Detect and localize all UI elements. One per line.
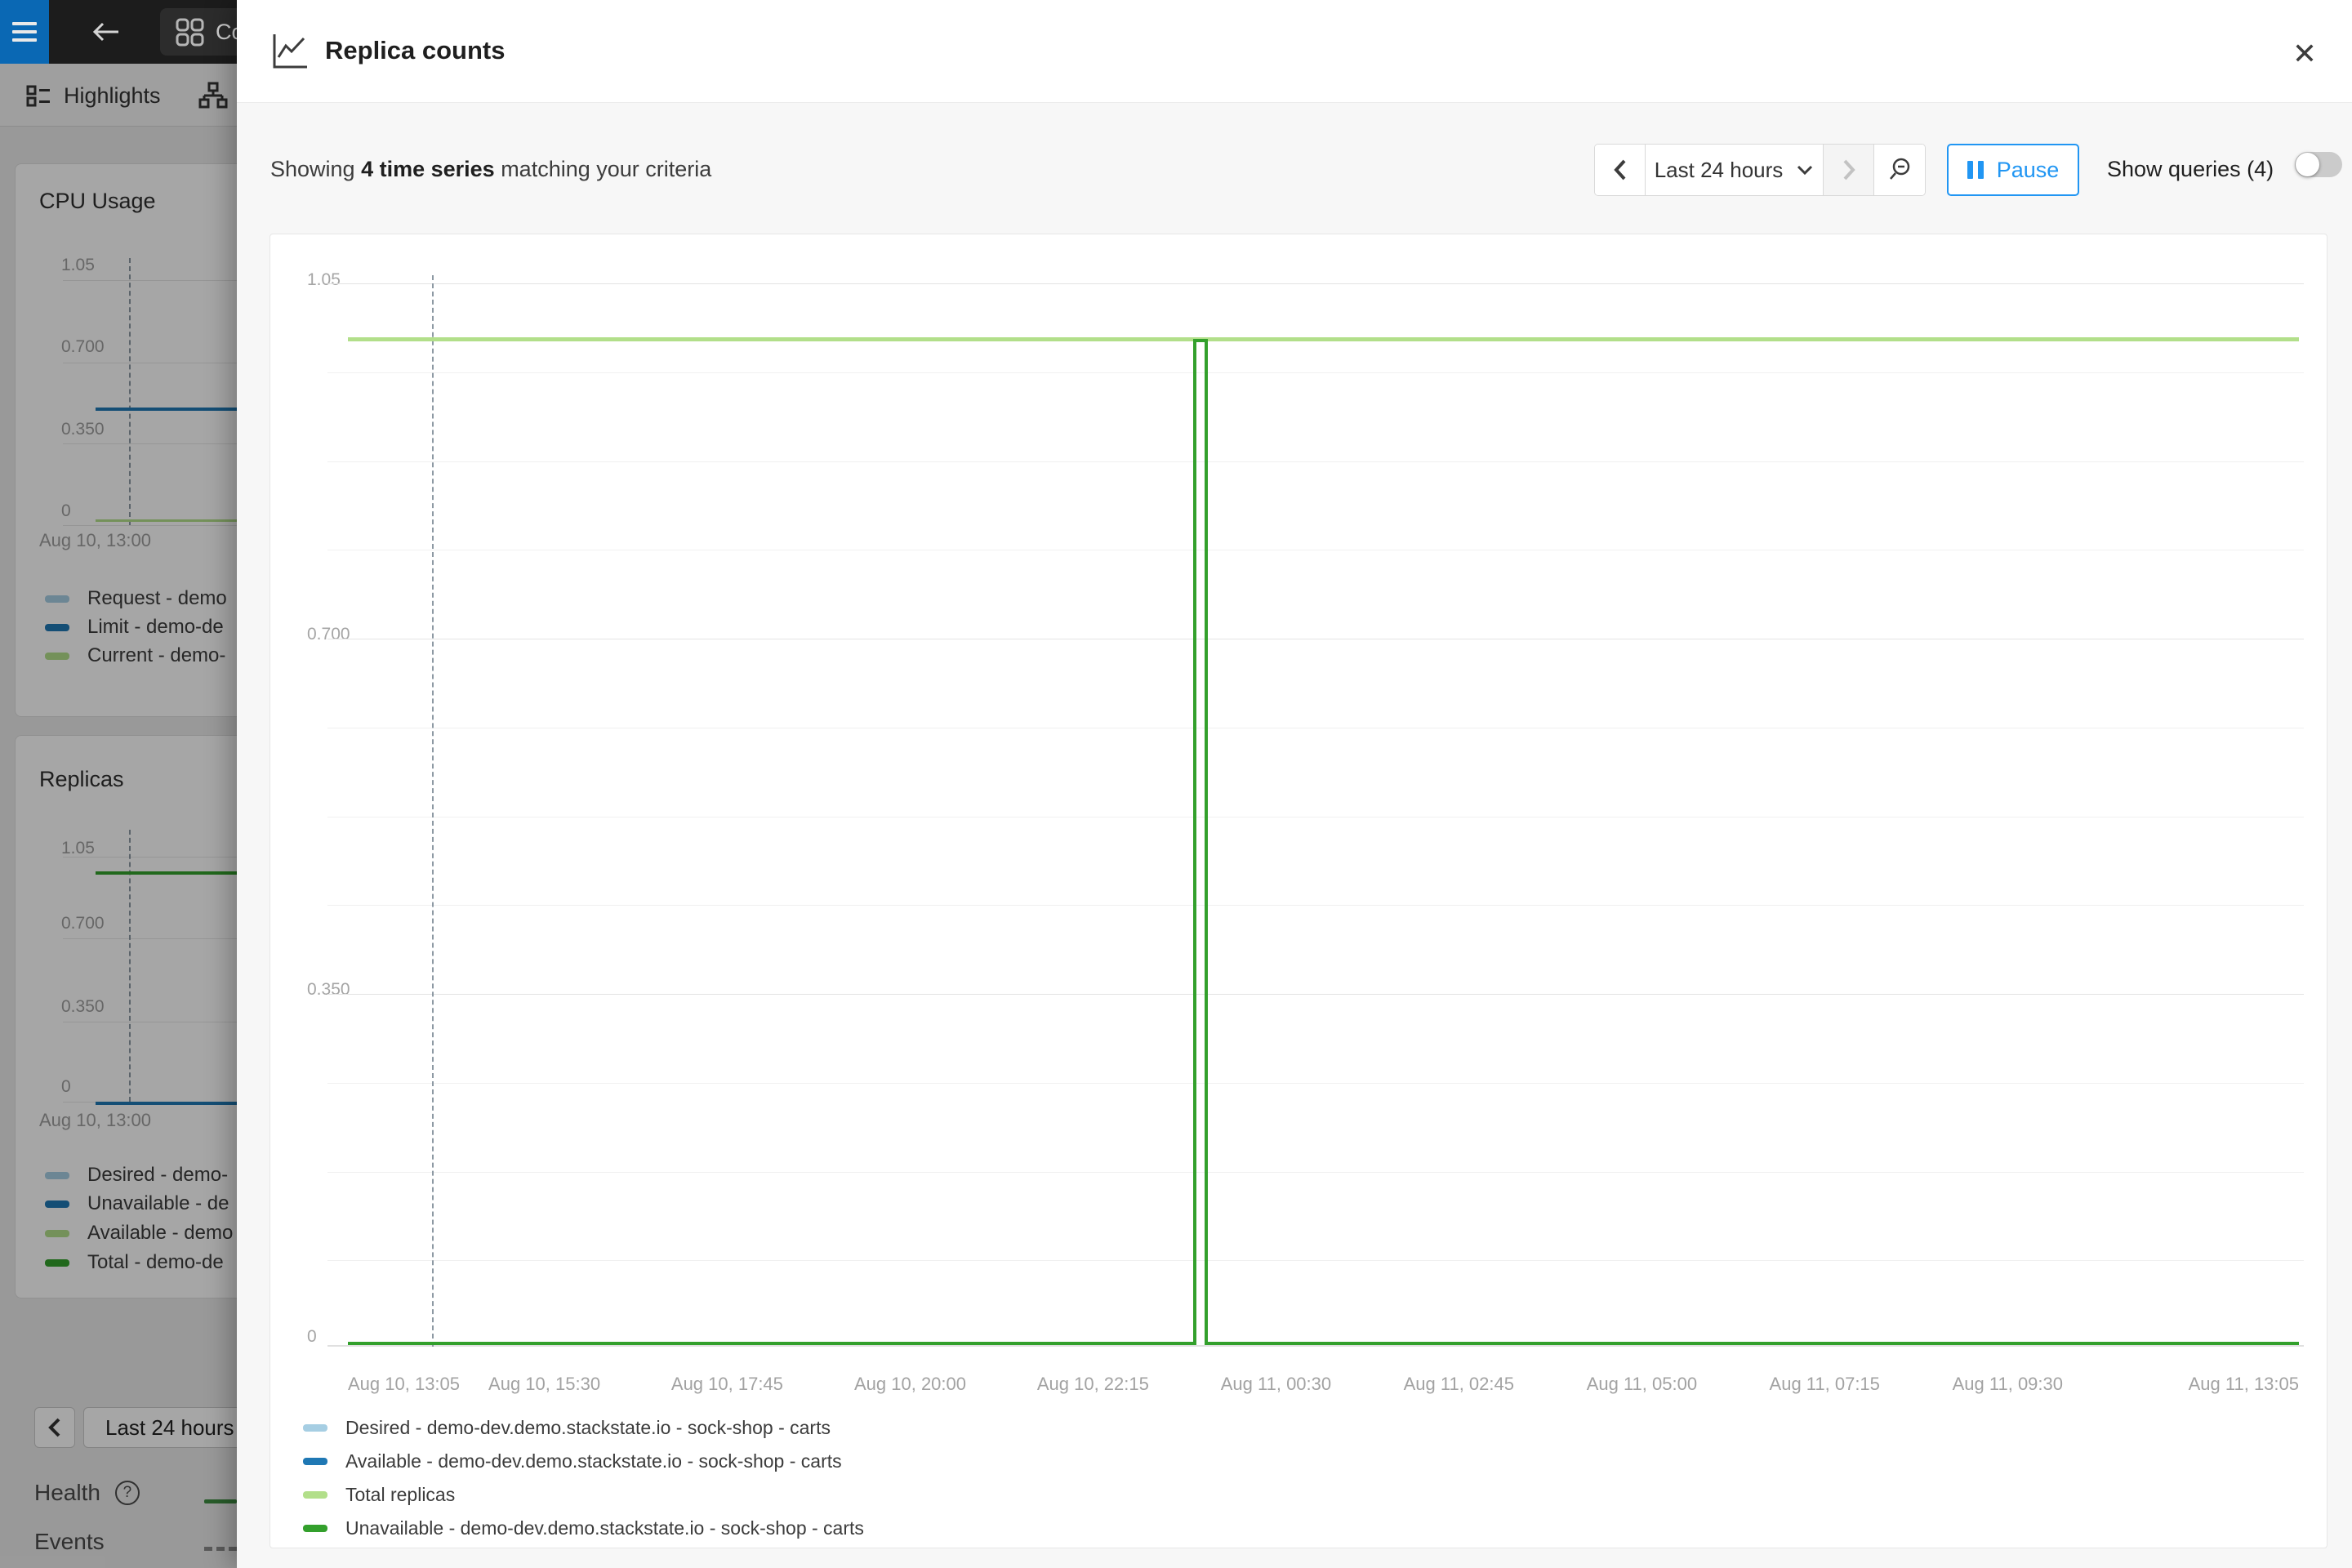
legend-item[interactable]: Unavailable - demo-dev.demo.stackstate.i… xyxy=(303,1517,864,1539)
back-button[interactable] xyxy=(88,14,124,50)
summary-prefix: Showing xyxy=(270,157,361,181)
back-arrow-icon xyxy=(91,20,121,43)
grid-icon xyxy=(175,17,204,47)
x-tick-label: Aug 11, 13:05 xyxy=(2189,1374,2299,1395)
legend-swatch xyxy=(303,1458,327,1465)
time-back-button[interactable] xyxy=(1595,145,1646,195)
background-app: Co Highlights xyxy=(0,0,237,1568)
line-chart-icon xyxy=(268,29,310,72)
legend-label: Available - demo-dev.demo.stackstate.io … xyxy=(345,1450,842,1472)
legend-swatch xyxy=(303,1424,327,1432)
replica-counts-chart[interactable]: 1.05 0.700 0.350 0 xyxy=(270,234,2328,1548)
gridline xyxy=(327,372,2304,373)
time-range-label: Last 24 hours xyxy=(1655,158,1784,183)
x-tick-label: Aug 11, 00:30 xyxy=(1221,1374,1331,1395)
gridline xyxy=(327,1172,2304,1173)
main-menu-button[interactable] xyxy=(0,0,49,64)
chevron-left-icon xyxy=(1612,158,1628,182)
close-icon[interactable]: ✕ xyxy=(2282,31,2328,77)
screen: Co Highlights xyxy=(0,0,2352,1568)
caret-down-icon xyxy=(1796,164,1814,176)
x-tick-label: Aug 10, 20:00 xyxy=(854,1374,966,1395)
summary-count: 4 time series xyxy=(361,157,495,181)
zoom-out-button[interactable] xyxy=(1874,145,1925,195)
gridline xyxy=(327,461,2304,462)
gridline xyxy=(327,283,2304,284)
pause-icon xyxy=(1967,161,1984,179)
x-tick-label: Aug 11, 02:45 xyxy=(1404,1374,1514,1395)
x-tick-label: Aug 10, 22:15 xyxy=(1037,1374,1149,1395)
show-queries-label: Show queries (4) xyxy=(2107,157,2274,182)
x-tick-label: Aug 11, 07:15 xyxy=(1770,1374,1880,1395)
time-range-control: Last 24 hours xyxy=(1594,144,1926,196)
series-unavailable-spike-down xyxy=(1205,339,1208,1345)
pause-button[interactable]: Pause xyxy=(1947,144,2079,196)
time-marker-dashed-line xyxy=(432,275,434,1347)
gridline xyxy=(327,905,2304,906)
chart-legend: Desired - demo-dev.demo.stackstate.io - … xyxy=(303,1417,864,1551)
x-tick-label: Aug 11, 05:00 xyxy=(1587,1374,1697,1395)
series-unavailable-baseline-right xyxy=(1208,1342,2299,1345)
legend-label: Total replicas xyxy=(345,1484,455,1506)
legend-item[interactable]: Desired - demo-dev.demo.stackstate.io - … xyxy=(303,1417,864,1439)
hamburger-icon xyxy=(12,22,37,25)
time-range-dropdown[interactable]: Last 24 hours xyxy=(1646,145,1824,195)
x-tick-label: Aug 11, 09:30 xyxy=(1953,1374,2063,1395)
legend-swatch xyxy=(303,1491,327,1499)
toggle-knob xyxy=(2296,153,2319,176)
series-unavailable-spike-up xyxy=(1193,339,1196,1345)
replica-counts-dialog: Replica counts ✕ Showing 4 time series m… xyxy=(237,0,2352,1568)
pause-label: Pause xyxy=(1997,158,2060,183)
x-tick-label: Aug 10, 13:05 xyxy=(348,1374,460,1395)
gridline xyxy=(327,994,2304,995)
chevron-right-icon xyxy=(1841,158,1857,182)
view-button-label: Co xyxy=(216,20,237,45)
series-total-replicas-line xyxy=(348,337,2299,341)
gridline xyxy=(327,1083,2304,1084)
gridline xyxy=(327,1260,2304,1261)
dialog-header: Replica counts ✕ xyxy=(237,0,2352,102)
legend-swatch xyxy=(303,1525,327,1532)
x-axis-line xyxy=(327,1345,2304,1347)
hamburger-icon xyxy=(12,38,37,42)
time-forward-button-disabled[interactable] xyxy=(1824,145,1874,195)
dialog-title: Replica counts xyxy=(325,36,506,65)
show-queries-toggle[interactable] xyxy=(2295,152,2342,177)
x-tick-label: Aug 10, 17:45 xyxy=(671,1374,783,1395)
x-tick-label: Aug 10, 15:30 xyxy=(488,1374,600,1395)
y-tick-label: 1.05 xyxy=(307,270,372,290)
app-top-bar: Co xyxy=(0,0,237,64)
legend-label: Unavailable - demo-dev.demo.stackstate.i… xyxy=(345,1517,864,1539)
hamburger-icon xyxy=(12,30,37,33)
legend-label: Desired - demo-dev.demo.stackstate.io - … xyxy=(345,1417,831,1439)
x-axis-tick-labels: Aug 10, 13:05 Aug 10, 15:30 Aug 10, 17:4… xyxy=(348,1374,2299,1398)
legend-item[interactable]: Total replicas xyxy=(303,1484,864,1506)
series-unavailable-baseline-left xyxy=(348,1342,1193,1345)
dialog-body: Showing 4 time series matching your crit… xyxy=(237,102,2352,1568)
modal-backdrop[interactable] xyxy=(0,64,237,1568)
legend-item[interactable]: Available - demo-dev.demo.stackstate.io … xyxy=(303,1450,864,1472)
zoom-out-icon xyxy=(1886,156,1913,184)
series-summary: Showing 4 time series matching your crit… xyxy=(270,157,711,182)
view-switcher-button[interactable]: Co xyxy=(160,8,237,56)
y-tick-label: 0.350 xyxy=(307,980,372,1000)
y-tick-label: 0.700 xyxy=(307,625,372,644)
summary-suffix: matching your criteria xyxy=(495,157,712,181)
